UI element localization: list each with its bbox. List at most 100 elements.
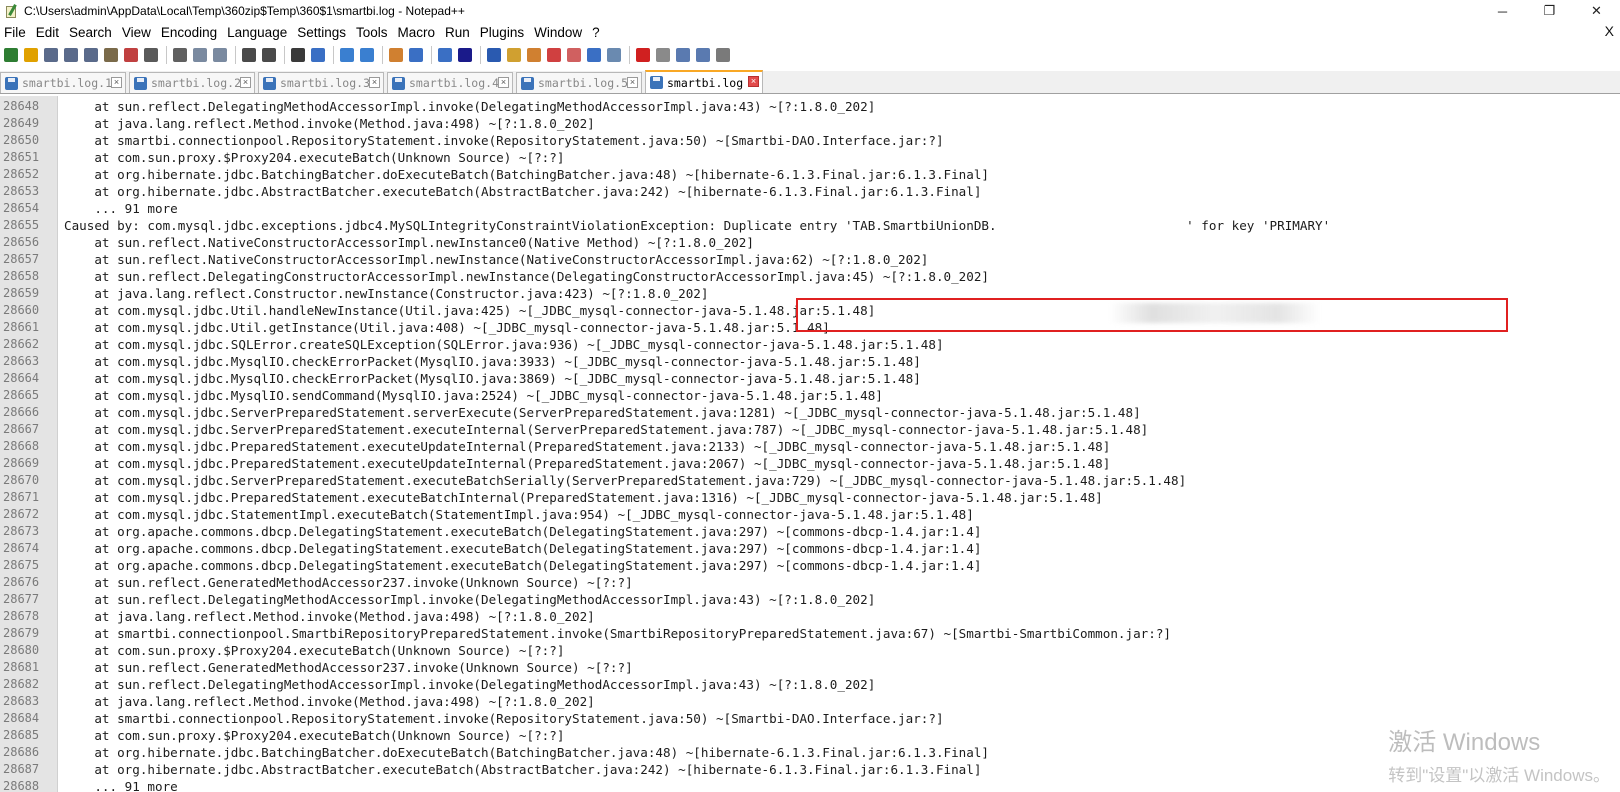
menu-language[interactable]: Language <box>222 25 292 40</box>
close-all-button[interactable] <box>102 46 120 64</box>
line-text[interactable]: at org.hibernate.jdbc.AbstractBatcher.ex… <box>58 761 981 778</box>
line-text[interactable]: at org.hibernate.jdbc.BatchingBatcher.do… <box>58 166 989 183</box>
line-text[interactable]: at com.mysql.jdbc.Util.handleNewInstance… <box>58 302 875 319</box>
record-macro-button[interactable] <box>585 46 603 64</box>
redo-button[interactable] <box>240 46 258 64</box>
folder-workspace-button[interactable] <box>545 46 563 64</box>
line-text[interactable]: at com.mysql.jdbc.Util.getInstance(Util.… <box>58 319 829 336</box>
menu-view[interactable]: View <box>117 25 156 40</box>
sync-v-button[interactable] <box>358 46 376 64</box>
zoom-in-button[interactable] <box>309 46 327 64</box>
menu-help[interactable]: ? <box>587 25 605 40</box>
editor[interactable]: 28648 at sun.reflect.DelegatingMethodAcc… <box>0 96 1620 792</box>
menu-search[interactable]: Search <box>64 25 117 40</box>
tab-smartbi-log-2[interactable]: smartbi.log.2 × <box>129 72 255 93</box>
menu-run[interactable]: Run <box>440 25 475 40</box>
line-text[interactable]: ... 91 more <box>58 778 177 792</box>
line-text[interactable]: at org.apache.commons.dbcp.DelegatingSta… <box>58 540 981 557</box>
find-button[interactable] <box>260 46 278 64</box>
sync-h-button[interactable] <box>387 46 405 64</box>
line-text[interactable]: at org.hibernate.jdbc.BatchingBatcher.do… <box>58 744 989 761</box>
line-text[interactable]: at com.mysql.jdbc.SQLError.createSQLExce… <box>58 336 943 353</box>
menu-window[interactable]: Window <box>529 25 587 40</box>
line-text[interactable]: at org.apache.commons.dbcp.DelegatingSta… <box>58 557 981 574</box>
close-window-button[interactable]: ✕ <box>1573 0 1620 22</box>
minimize-button[interactable]: ─ <box>1479 0 1526 22</box>
monitor-button[interactable] <box>565 46 583 64</box>
paste-button[interactable] <box>191 46 209 64</box>
replace-button[interactable] <box>289 46 307 64</box>
line-text[interactable]: at com.mysql.jdbc.ServerPreparedStatemen… <box>58 404 1140 421</box>
close-button[interactable] <box>82 46 100 64</box>
line-text[interactable]: at com.mysql.jdbc.PreparedStatement.exec… <box>58 438 1110 455</box>
line-text[interactable]: at java.lang.reflect.Method.invoke(Metho… <box>58 115 594 132</box>
line-text[interactable]: at sun.reflect.DelegatingMethodAccessorI… <box>58 676 875 693</box>
line-text[interactable]: at smartbi.connectionpool.RepositoryStat… <box>58 710 943 727</box>
line-text[interactable]: at java.lang.reflect.Constructor.newInst… <box>58 285 708 302</box>
tab-close-icon[interactable]: × <box>369 77 380 88</box>
run-macro-multi-button[interactable] <box>654 46 672 64</box>
save-button[interactable] <box>42 46 60 64</box>
print-button[interactable] <box>122 46 140 64</box>
line-text[interactable]: at sun.reflect.DelegatingMethodAccessorI… <box>58 591 875 608</box>
tab-close-icon[interactable]: × <box>498 77 509 88</box>
restore-button[interactable]: ❐ <box>1526 0 1573 22</box>
undo-button[interactable] <box>211 46 229 64</box>
doc-map-button[interactable] <box>505 46 523 64</box>
line-text[interactable]: at com.sun.proxy.$Proxy204.executeBatch(… <box>58 642 564 659</box>
line-text[interactable]: at org.hibernate.jdbc.AbstractBatcher.ex… <box>58 183 981 200</box>
line-text[interactable]: at java.lang.reflect.Method.invoke(Metho… <box>58 608 594 625</box>
line-text[interactable]: at com.sun.proxy.$Proxy204.executeBatch(… <box>58 149 564 166</box>
menu-encoding[interactable]: Encoding <box>156 25 222 40</box>
line-text[interactable]: at smartbi.connectionpool.SmartbiReposit… <box>58 625 1171 642</box>
line-text[interactable]: at com.mysql.jdbc.PreparedStatement.exec… <box>58 489 1102 506</box>
function-list-button[interactable] <box>525 46 543 64</box>
line-text[interactable]: at com.mysql.jdbc.StatementImpl.executeB… <box>58 506 974 523</box>
line-text[interactable]: at com.mysql.jdbc.ServerPreparedStatemen… <box>58 472 1186 489</box>
menu-macro[interactable]: Macro <box>393 25 441 40</box>
stop-macro-button[interactable] <box>605 46 623 64</box>
tab-smartbi-log[interactable]: smartbi.log × <box>645 70 763 93</box>
line-text[interactable]: ... 91 more <box>58 200 177 217</box>
line-text[interactable]: Caused by: com.mysql.jdbc.exceptions.jdb… <box>58 217 1330 234</box>
show-all-button[interactable] <box>436 46 454 64</box>
tab-close-icon[interactable]: × <box>240 77 251 88</box>
udl-button[interactable] <box>485 46 503 64</box>
tab-smartbi-log-4[interactable]: smartbi.log.4 × <box>387 72 513 93</box>
line-text[interactable]: at org.apache.commons.dbcp.DelegatingSta… <box>58 523 981 540</box>
line-text[interactable]: at com.mysql.jdbc.ServerPreparedStatemen… <box>58 421 1148 438</box>
tab-close-icon[interactable]: × <box>111 77 122 88</box>
line-text[interactable]: at sun.reflect.GeneratedMethodAccessor23… <box>58 659 632 676</box>
play-macro-button[interactable] <box>634 46 652 64</box>
menu-edit[interactable]: Edit <box>31 25 64 40</box>
indent-guide-button[interactable] <box>456 46 474 64</box>
line-text[interactable]: at com.mysql.jdbc.MysqlIO.checkErrorPack… <box>58 353 920 370</box>
menu-file[interactable]: File <box>0 25 31 40</box>
menu-tools[interactable]: Tools <box>351 25 393 40</box>
menu-plugins[interactable]: Plugins <box>475 25 529 40</box>
line-text[interactable]: at sun.reflect.NativeConstructorAccessor… <box>58 251 928 268</box>
tool-button[interactable] <box>694 46 712 64</box>
zoom-out-button[interactable] <box>338 46 356 64</box>
line-text[interactable]: at sun.reflect.DelegatingMethodAccessorI… <box>58 98 875 115</box>
line-text[interactable]: at smartbi.connectionpool.RepositoryStat… <box>58 132 943 149</box>
tab-smartbi-log-5[interactable]: smartbi.log.5 × <box>516 72 642 93</box>
open-file-button[interactable] <box>22 46 40 64</box>
menu-settings[interactable]: Settings <box>292 25 351 40</box>
line-text[interactable]: at java.lang.reflect.Method.invoke(Metho… <box>58 693 594 710</box>
new-file-button[interactable] <box>2 46 20 64</box>
tab-smartbi-log-3[interactable]: smartbi.log.3 × <box>258 72 384 93</box>
copy-button[interactable] <box>171 46 189 64</box>
tab-close-icon[interactable]: × <box>627 77 638 88</box>
tool-button[interactable] <box>714 46 732 64</box>
line-text[interactable]: at com.mysql.jdbc.MysqlIO.checkErrorPack… <box>58 370 920 387</box>
tab-smartbi-log-1[interactable]: smartbi.log.1 × <box>0 72 126 93</box>
line-text[interactable]: at com.sun.proxy.$Proxy204.executeBatch(… <box>58 727 564 744</box>
save-macro-button[interactable] <box>674 46 692 64</box>
line-text[interactable]: at sun.reflect.GeneratedMethodAccessor23… <box>58 574 632 591</box>
line-text[interactable]: at sun.reflect.DelegatingConstructorAcce… <box>58 268 989 285</box>
line-text[interactable]: at com.mysql.jdbc.MysqlIO.sendCommand(My… <box>58 387 883 404</box>
cut-button[interactable] <box>142 46 160 64</box>
save-all-button[interactable] <box>62 46 80 64</box>
line-text[interactable]: at sun.reflect.NativeConstructorAccessor… <box>58 234 754 251</box>
